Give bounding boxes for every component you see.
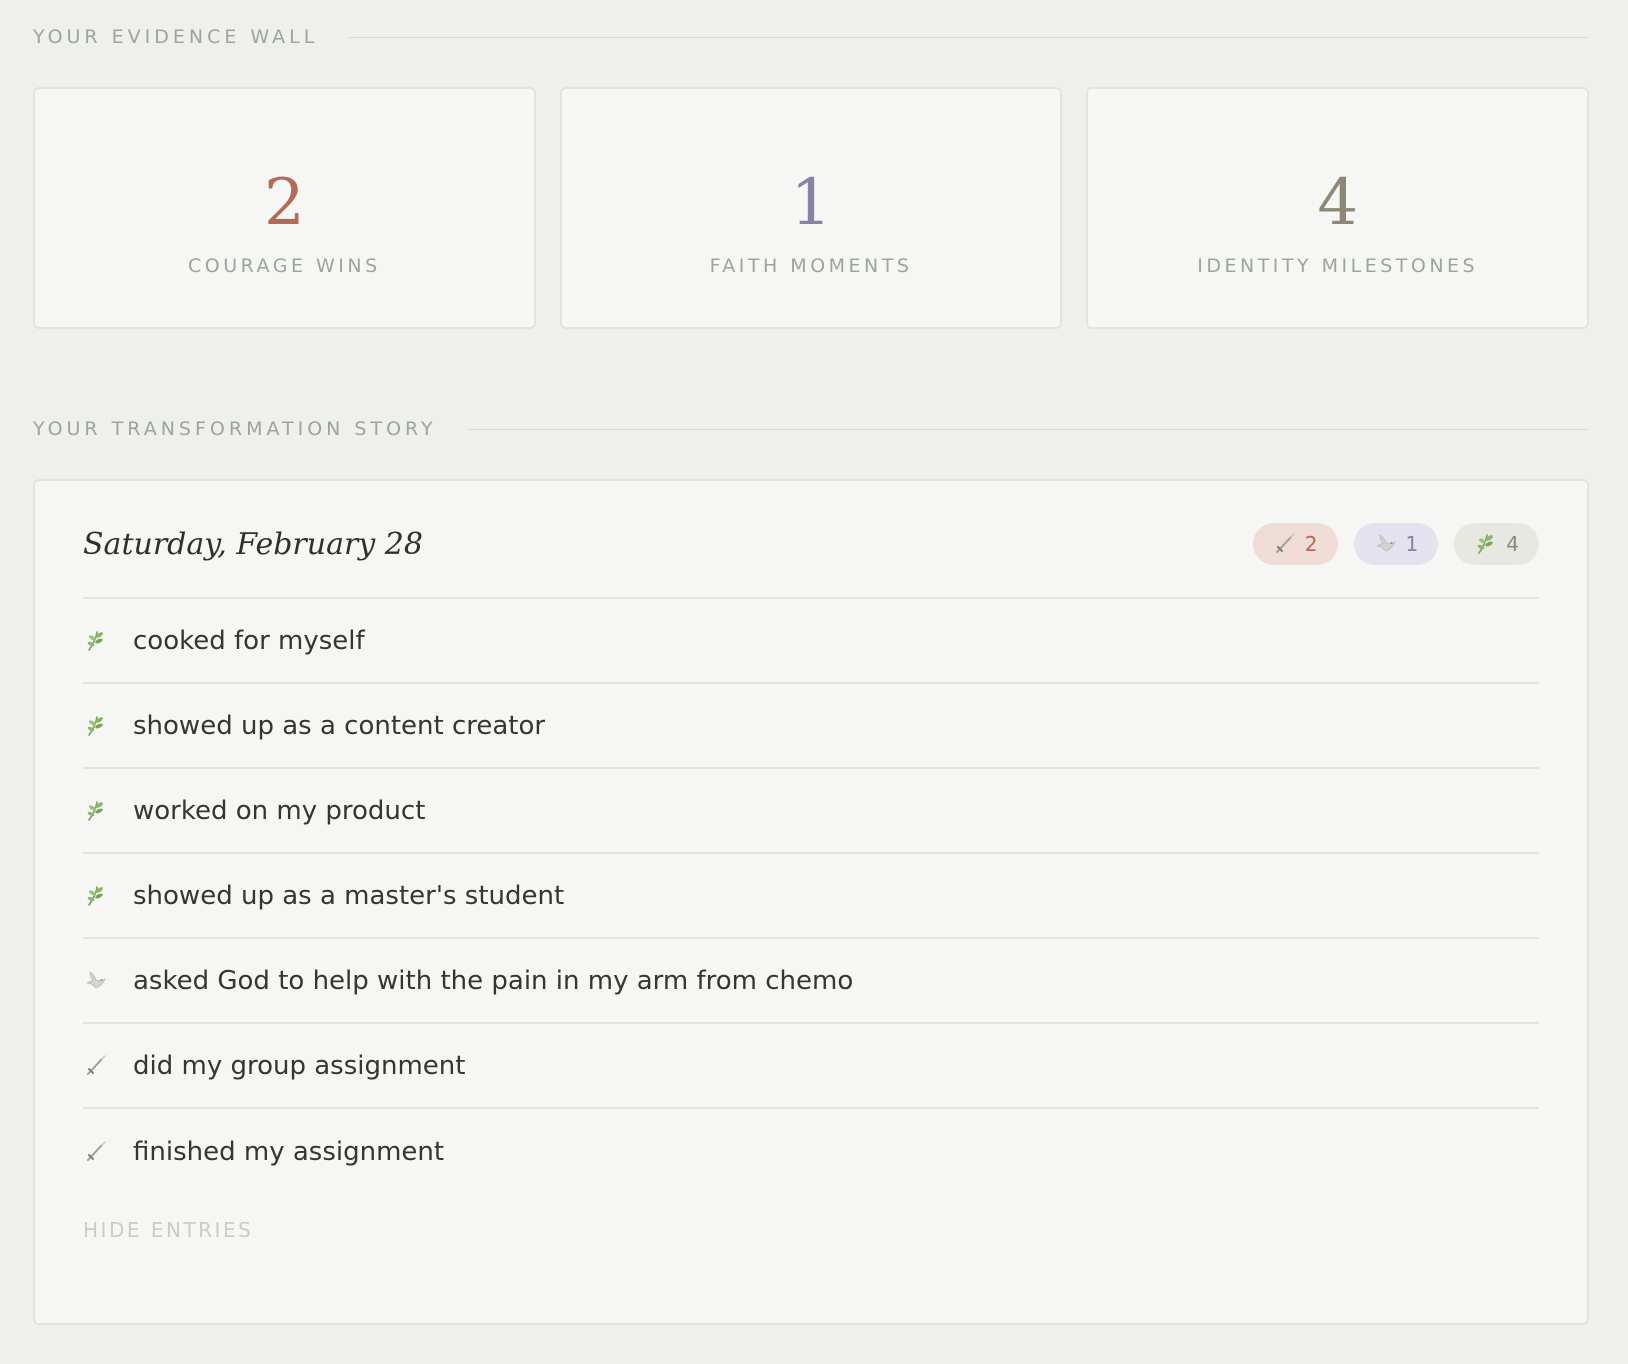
list-item: finished my assignment <box>83 1109 1539 1194</box>
entry-text: worked on my product <box>133 795 426 826</box>
courage-label: COURAGE WINS <box>188 255 381 277</box>
badge-count: 4 <box>1506 532 1519 556</box>
leaf-icon <box>83 713 109 739</box>
leaf-icon <box>83 628 109 654</box>
badge-count: 2 <box>1304 532 1318 556</box>
dove-icon <box>83 968 109 994</box>
badge-faith: 1 <box>1353 523 1439 565</box>
entry-text: showed up as a master's student <box>133 880 565 911</box>
faith-count: 1 <box>790 166 832 240</box>
leaf-icon <box>1474 532 1498 556</box>
story-day-card: Saturday, February 28 2 1 4 cooked for m… <box>33 479 1589 1325</box>
badge-count: 1 <box>1405 532 1419 556</box>
transformation-story-header: YOUR TRANSFORMATION STORY <box>33 418 1589 440</box>
identity-label: IDENTITY MILESTONES <box>1197 255 1479 277</box>
entry-text: cooked for myself <box>133 625 365 656</box>
story-date: Saturday, February 28 <box>83 526 423 562</box>
stat-card-faith: 1 FAITH MOMENTS <box>559 87 1063 329</box>
story-day-header: Saturday, February 28 2 1 4 <box>83 481 1539 599</box>
dove-icon <box>1374 532 1398 556</box>
list-item: asked God to help with the pain in my ar… <box>83 939 1539 1024</box>
sword-icon <box>83 1139 109 1165</box>
evidence-stats: 2 COURAGE WINS 1 FAITH MOMENTS 4 IDENTIT… <box>33 87 1590 329</box>
list-item: worked on my product <box>83 769 1539 854</box>
header-divider <box>348 36 1589 38</box>
faith-label: FAITH MOMENTS <box>709 255 913 277</box>
evidence-wall-header: YOUR EVIDENCE WALL <box>33 26 1589 48</box>
leaf-icon <box>83 883 109 909</box>
sword-icon <box>83 1053 109 1079</box>
list-item: did my group assignment <box>83 1024 1539 1109</box>
stat-card-courage: 2 COURAGE WINS <box>33 87 536 329</box>
entry-list: cooked for myself showed up as a content… <box>83 599 1539 1194</box>
stat-card-identity: 4 IDENTITY MILESTONES <box>1086 87 1590 329</box>
sword-icon <box>1273 532 1297 556</box>
header-divider <box>466 428 1589 430</box>
list-item: cooked for myself <box>83 599 1539 684</box>
identity-count: 4 <box>1317 166 1359 240</box>
evidence-wall-title: YOUR EVIDENCE WALL <box>33 26 319 48</box>
badge-courage: 2 <box>1252 523 1338 565</box>
list-item: showed up as a master's student <box>83 854 1539 939</box>
badge-identity: 4 <box>1454 523 1539 565</box>
transformation-story-title: YOUR TRANSFORMATION STORY <box>33 418 437 440</box>
entry-text: finished my assignment <box>133 1136 445 1167</box>
entry-text: asked God to help with the pain in my ar… <box>133 965 854 996</box>
courage-count: 2 <box>263 166 305 240</box>
category-badges: 2 1 4 <box>1252 523 1539 565</box>
hide-entries-button[interactable]: HIDE ENTRIES <box>83 1218 253 1242</box>
entry-text: showed up as a content creator <box>133 710 546 741</box>
entry-text: did my group assignment <box>133 1050 466 1081</box>
list-item: showed up as a content creator <box>83 684 1539 769</box>
leaf-icon <box>83 798 109 824</box>
